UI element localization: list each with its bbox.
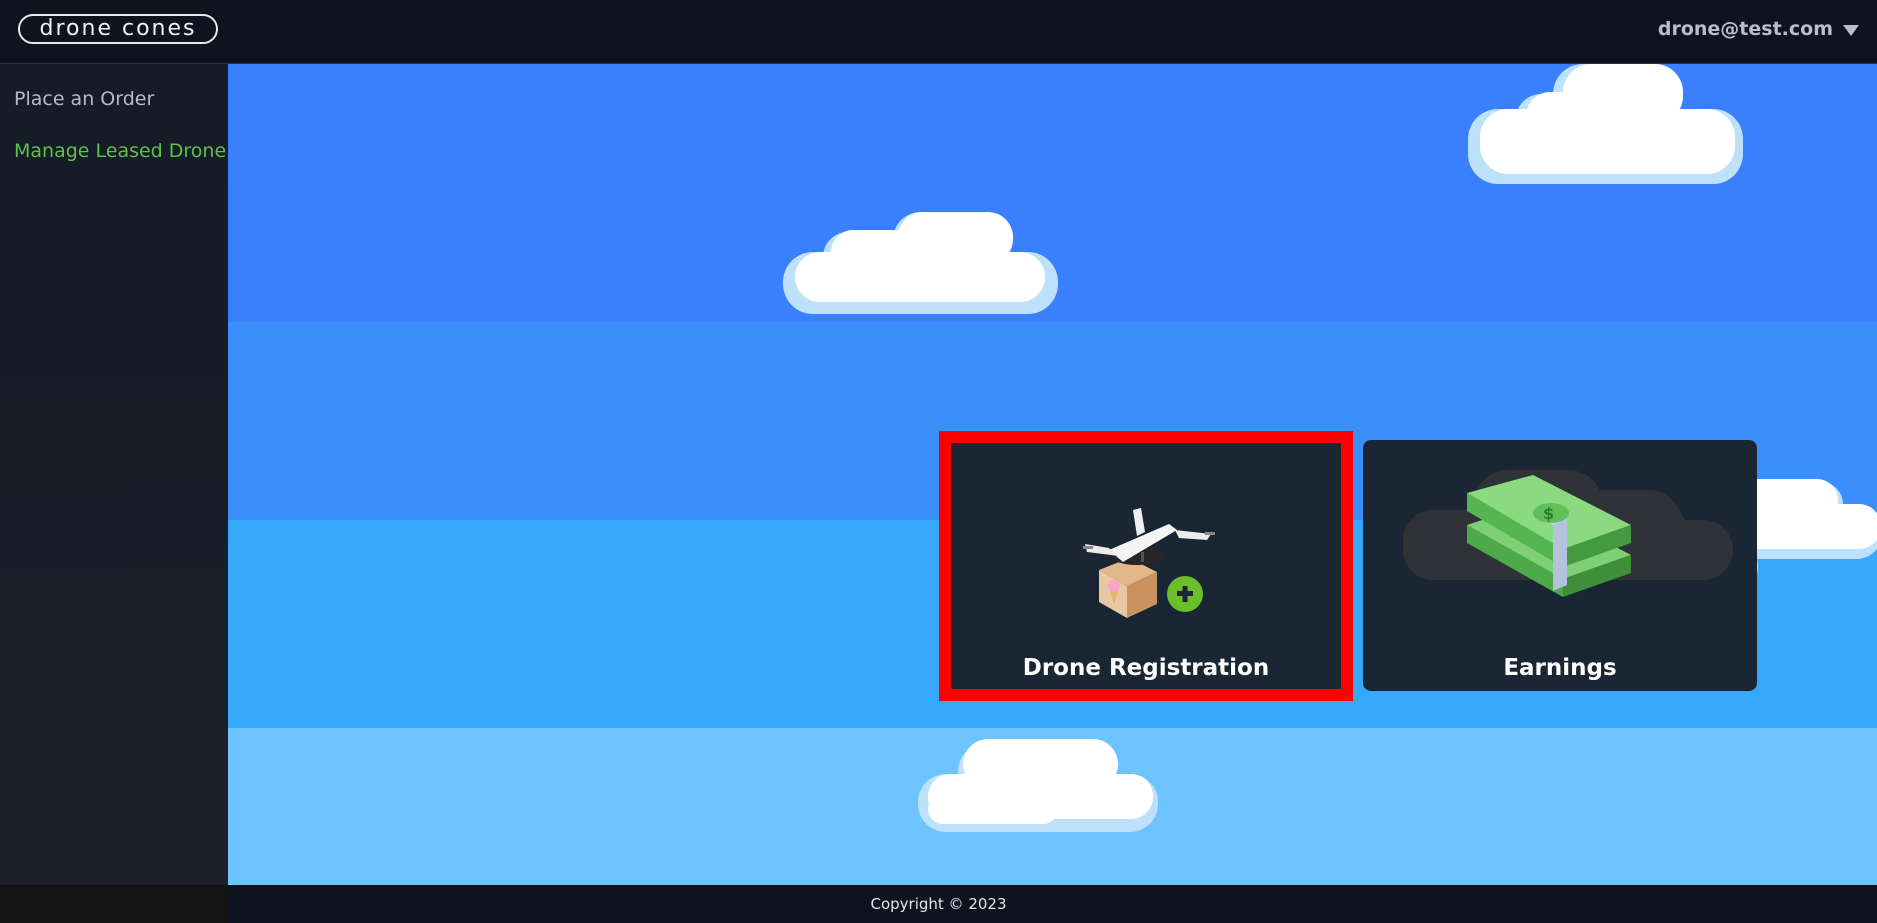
cloud-icon [918,739,1158,832]
earnings-card[interactable]: $ Earnings [1363,440,1757,691]
cloud-icon [1468,64,1743,184]
sidebar: Place an Order Manage Leased Drone [0,64,228,885]
earnings-label: Earnings [1503,655,1617,681]
svg-text:$: $ [1543,504,1554,523]
footer: Copyright © 2023 [0,885,1877,923]
user-menu[interactable]: drone@test.com [1658,14,1859,44]
sidebar-item-manage-leased-drone[interactable]: Manage Leased Drone [14,140,226,162]
sidebar-item-place-order[interactable]: Place an Order [14,88,154,110]
drone-plus-icon [1083,508,1215,618]
user-email[interactable]: drone@test.com [1658,18,1833,40]
sky-background: Drone Registration $ Earnings [228,64,1877,885]
copyright-text: Copyright © 2023 [870,895,1007,913]
drone-cones-logo[interactable]: drone cones [18,14,218,44]
cloud-icon [783,212,1058,314]
money-stack-icon: $ [1467,475,1631,597]
chevron-down-icon[interactable] [1843,24,1859,36]
drone-registration-card[interactable]: Drone Registration [949,440,1343,691]
top-bar: drone cones drone@test.com [0,0,1877,64]
drone-registration-label: Drone Registration [1022,655,1270,681]
